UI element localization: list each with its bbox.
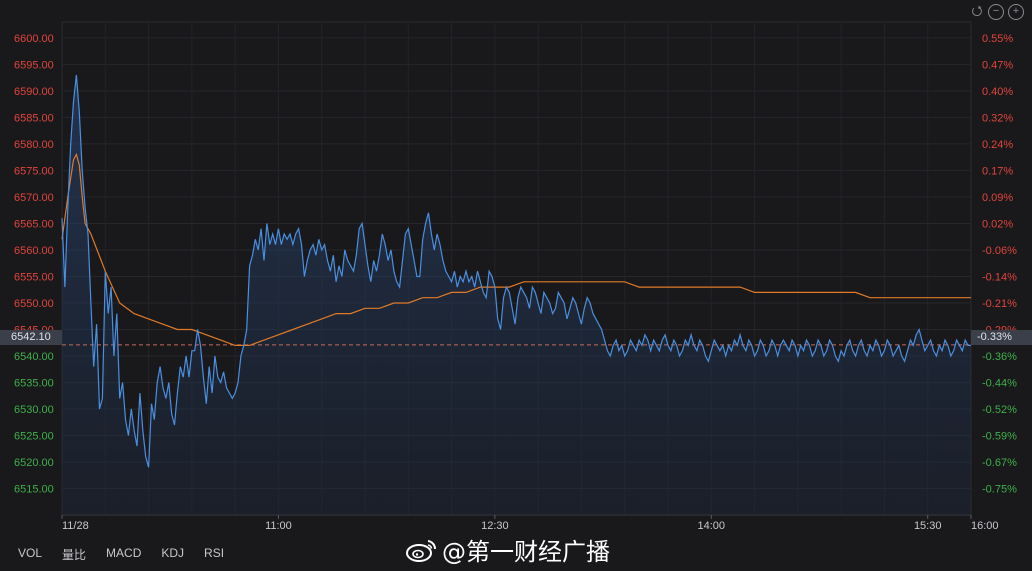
percent-tick-label: 0.02% <box>982 218 1013 230</box>
price-area-fill <box>62 75 971 515</box>
tab-macd[interactable]: MACD <box>106 546 141 563</box>
x-tick-label: 12:30 <box>481 520 509 532</box>
undo-icon[interactable]: ⭯ <box>970 4 984 18</box>
price-tick-label: 6515.00 <box>14 483 54 495</box>
percent-tick-label: -0.14% <box>982 271 1017 283</box>
price-tick-label: 6520.00 <box>14 457 54 469</box>
x-tick-label: 15:30 <box>914 520 942 532</box>
tab-rsi[interactable]: RSI <box>204 546 224 563</box>
price-tick-label: 6550.00 <box>14 298 54 310</box>
percent-tick-label: -0.67% <box>982 457 1017 469</box>
price-tick-label: 6530.00 <box>14 404 54 416</box>
price-tick-label: 6580.00 <box>14 139 54 151</box>
price-tick-label: 6570.00 <box>14 192 54 204</box>
x-tick-label: 16:00 <box>971 520 999 532</box>
percent-tick-label: 0.24% <box>982 139 1013 151</box>
percent-tick-label: -0.44% <box>982 377 1017 389</box>
price-tick-label: 6595.00 <box>14 59 54 71</box>
price-tick-label: 6585.00 <box>14 112 54 124</box>
percent-tick-label: 0.47% <box>982 59 1013 71</box>
price-axis: 6600.00 6595.00 6590.00 6585.00 6580.00 6575.… <box>14 33 54 496</box>
price-tick-label: 6525.00 <box>14 430 54 442</box>
tab-kdj[interactable]: KDJ <box>161 546 184 563</box>
price-tick-label: 6555.00 <box>14 271 54 283</box>
x-tick-label: 11:00 <box>265 520 292 532</box>
price-tick-label: 6565.00 <box>14 218 54 230</box>
intraday-chart[interactable]: 6600.00 6595.00 6590.00 6585.00 6580.00 6575.… <box>0 0 1032 571</box>
percent-tick-label: 0.32% <box>982 112 1013 124</box>
watermark-text: @第一财经广播 <box>442 538 610 566</box>
minus-circle-icon[interactable]: − <box>988 4 1004 20</box>
x-tick-label: 14:00 <box>698 520 726 532</box>
percent-tick-label: -0.75% <box>982 483 1017 495</box>
x-tick-label: 11/28 <box>62 520 89 532</box>
time-axis: 11/28 11:00 12:30 14:00 15:30 16:00 <box>61 514 999 532</box>
percent-tick-label: -0.21% <box>982 298 1017 310</box>
percent-tick-label: 0.17% <box>982 165 1013 177</box>
plus-circle-icon[interactable]: + <box>1008 4 1024 20</box>
percent-axis: 0.55% 0.47% 0.40% 0.32% 0.24% 0.17% 0.09% 0.02%… <box>982 33 1017 496</box>
price-tick-label: 6540.00 <box>14 351 54 363</box>
price-tick-label: 6590.00 <box>14 86 54 98</box>
weibo-logo-icon <box>406 539 437 562</box>
tab-volume-ratio[interactable]: 量比 <box>62 546 86 563</box>
chart-toolbar: ⭯ − + <box>970 4 1024 20</box>
percent-tick-label: -0.59% <box>982 430 1017 442</box>
percent-tick-label: -0.06% <box>982 245 1017 257</box>
percent-tick-label: 0.40% <box>982 86 1013 98</box>
price-tick-label: 6535.00 <box>14 377 54 389</box>
percent-tick-label: 0.55% <box>982 33 1013 45</box>
watermark: @第一财经广播 <box>404 532 610 567</box>
tab-vol[interactable]: VOL <box>18 546 42 563</box>
percent-tick-label: 0.09% <box>982 192 1013 204</box>
current-percent-badge: -0.33% <box>971 330 1032 345</box>
current-price-badge: 6542.10 <box>0 330 62 345</box>
price-tick-label: 6575.00 <box>14 165 54 177</box>
percent-tick-label: -0.36% <box>982 351 1017 363</box>
price-tick-label: 6560.00 <box>14 245 54 257</box>
indicator-tabs: VOL 量比 MACD KDJ RSI <box>18 546 224 563</box>
percent-tick-label: -0.52% <box>982 404 1017 416</box>
price-tick-label: 6600.00 <box>14 33 54 45</box>
